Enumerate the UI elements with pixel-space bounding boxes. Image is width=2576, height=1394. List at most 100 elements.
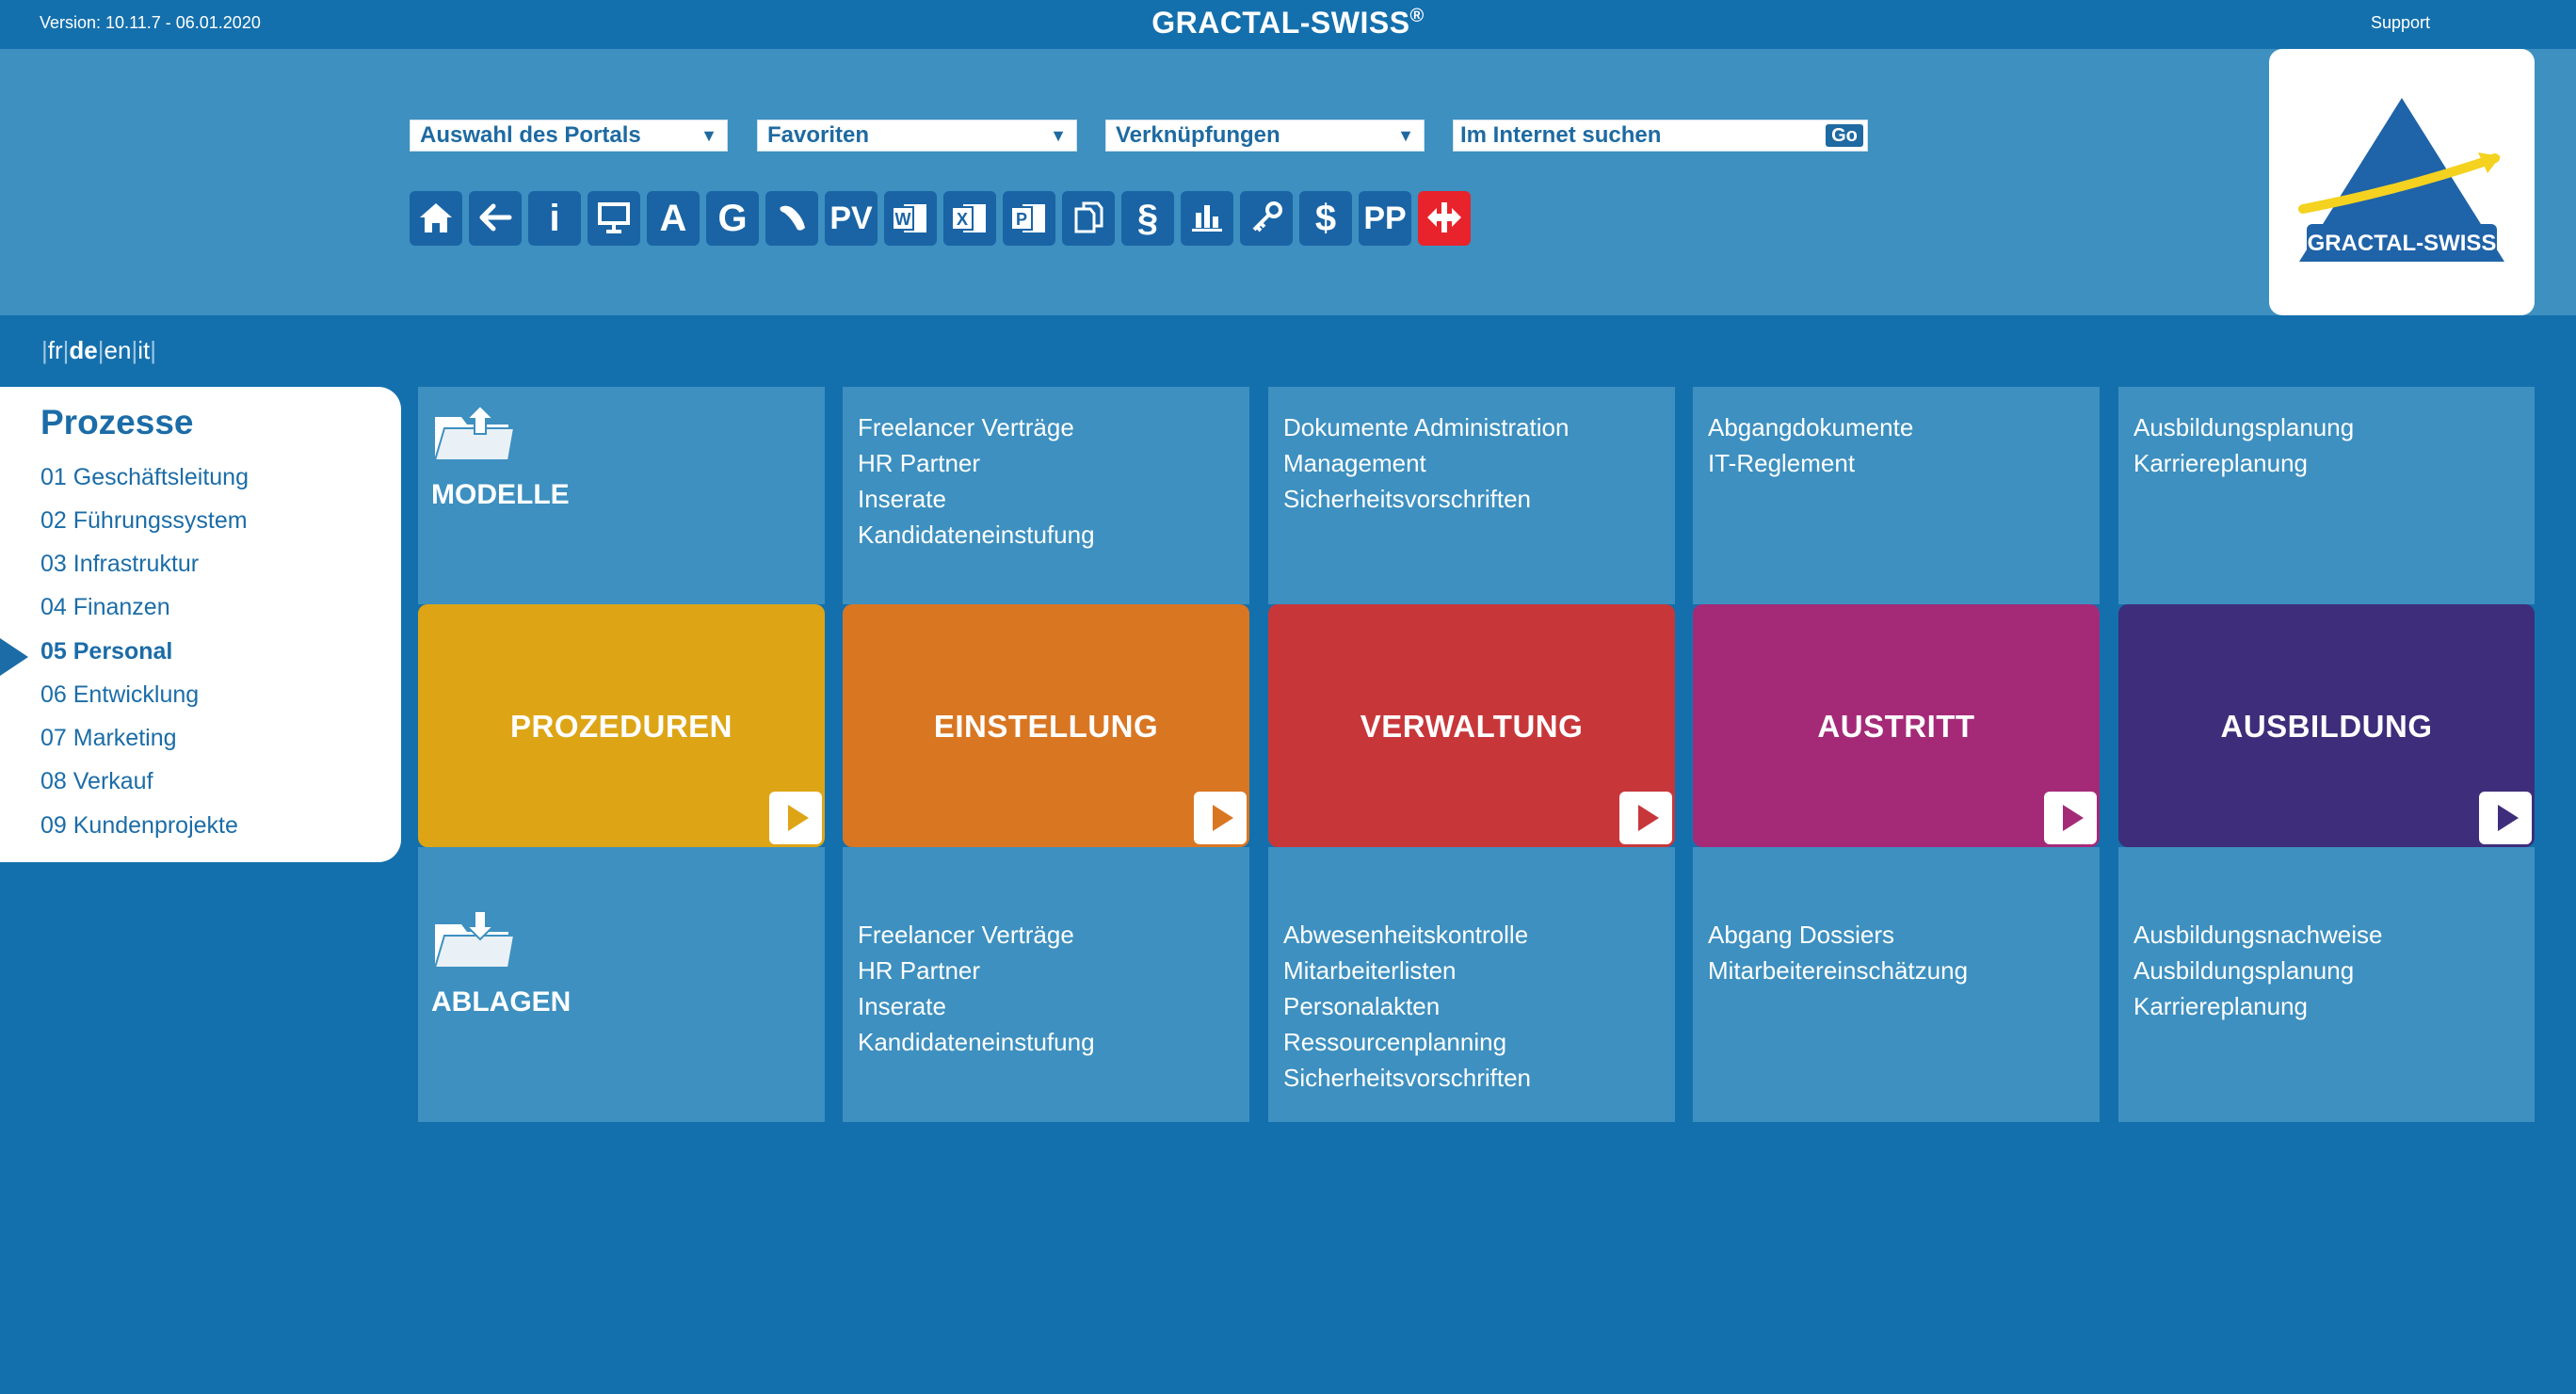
dropdown-arrow-icon: ▼ <box>700 126 717 145</box>
list-item[interactable]: Ausbildungsplanung <box>2133 956 2354 985</box>
brand-logo-card: GRACTAL-SWISS <box>2269 49 2535 315</box>
dropdown-arrow-icon: ▼ <box>1050 126 1067 145</box>
list-item[interactable]: Ausbildungsplanung <box>2133 413 2354 442</box>
portal-select[interactable]: Auswahl des Portals ▼ <box>410 120 728 152</box>
lang-de[interactable]: de <box>69 336 97 364</box>
bar-chart-icon[interactable] <box>1181 191 1233 246</box>
brand-title: GRACTAL-SWISS® <box>1151 6 1425 40</box>
sidebar-title: Prozesse <box>40 403 194 441</box>
process-sidebar: Prozesse 01 Geschäftsleitung 02 Führungs… <box>0 387 401 862</box>
back-arrow-icon[interactable] <box>469 191 522 246</box>
list-item[interactable]: Freelancer Verträge <box>858 921 1074 950</box>
sidebar-item-personal[interactable]: 05 Personal <box>40 638 172 665</box>
list-item[interactable]: Inserate <box>858 992 946 1021</box>
copy-icon[interactable] <box>1062 191 1115 246</box>
list-item[interactable]: Inserate <box>858 485 946 514</box>
einstellung-ablagen-panel: Freelancer Verträge HR Partner Inserate … <box>843 847 1249 1122</box>
top-bar: Version: 10.11.7 - 06.01.2020 GRACTAL-SW… <box>0 0 2576 49</box>
links-select[interactable]: Verknüpfungen ▼ <box>1105 120 1425 152</box>
list-item[interactable]: Personalakten <box>1283 992 1440 1021</box>
brand-logo-icon: GRACTAL-SWISS <box>2298 98 2504 262</box>
phone-icon[interactable] <box>765 191 818 246</box>
modelle-label: MODELLE <box>431 479 570 510</box>
language-switcher: |fr|de|en|it| <box>41 336 156 364</box>
austritt-ablagen-panel: Abgang Dossiers Mitarbeitereinschätzung <box>1693 847 2100 1122</box>
lang-fr[interactable]: fr <box>48 336 63 364</box>
tile-einstellung[interactable]: EINSTELLUNG <box>843 604 1249 847</box>
home-icon[interactable] <box>410 191 462 246</box>
list-item[interactable]: Karriereplanung <box>2133 449 2308 478</box>
list-item[interactable]: IT-Reglement <box>1708 449 1855 478</box>
list-item[interactable]: Abwesenheitskontrolle <box>1283 921 1528 950</box>
svg-text:W: W <box>895 210 911 229</box>
favorites-select[interactable]: Favoriten ▼ <box>757 120 1077 152</box>
dollar-icon[interactable]: $ <box>1299 191 1352 246</box>
key-icon[interactable] <box>1240 191 1293 246</box>
tile-austritt[interactable]: AUSTRITT <box>1693 604 2100 847</box>
list-item[interactable]: Management <box>1283 449 1426 478</box>
list-item[interactable]: Ausbildungsnachweise <box>2133 921 2383 950</box>
lang-en[interactable]: en <box>105 336 132 364</box>
list-item[interactable]: Karriereplanung <box>2133 992 2308 1021</box>
search-go-button[interactable]: Go <box>1826 124 1863 147</box>
folder-download-icon <box>433 910 516 969</box>
info-icon[interactable]: i <box>528 191 581 246</box>
letter-a-icon[interactable]: A <box>647 191 700 246</box>
play-icon[interactable] <box>1619 792 1672 844</box>
letter-g-icon[interactable]: G <box>706 191 759 246</box>
sidebar-item-marketing[interactable]: 07 Marketing <box>40 725 177 752</box>
word-icon[interactable]: W <box>884 191 937 246</box>
verwaltung-modelle-panel: Dokumente Administration Management Sich… <box>1268 387 1675 604</box>
list-item[interactable]: Dokumente Administration <box>1283 413 1569 442</box>
list-item[interactable]: Ressourcenplanning <box>1283 1028 1506 1057</box>
lang-it[interactable]: it <box>137 336 150 364</box>
folder-upload-icon <box>433 404 516 461</box>
svg-text:X: X <box>957 210 968 229</box>
play-icon[interactable] <box>769 792 822 844</box>
list-item[interactable]: HR Partner <box>858 449 980 478</box>
ablagen-panel[interactable]: ABLAGEN <box>418 847 825 1122</box>
list-item[interactable]: Sicherheitsvorschriften <box>1283 485 1531 514</box>
tile-ausbildung[interactable]: AUSBILDUNG <box>2118 604 2535 847</box>
austritt-modelle-panel: Abgangdokumente IT-Reglement <box>1693 387 2100 604</box>
presentation-icon[interactable] <box>588 191 640 246</box>
list-item[interactable]: Sicherheitsvorschriften <box>1283 1064 1531 1093</box>
internet-search-input[interactable]: Im Internet suchen Go <box>1453 120 1868 152</box>
sidebar-item-infrastruktur[interactable]: 03 Infrastruktur <box>40 551 199 578</box>
sidebar-item-fuehrungssystem[interactable]: 02 Führungssystem <box>40 507 248 535</box>
sidebar-item-kundenprojekte[interactable]: 09 Kundenprojekte <box>40 812 238 840</box>
ausbildung-modelle-panel: Ausbildungsplanung Karriereplanung <box>2118 387 2535 604</box>
list-item[interactable]: Mitarbeitereinschätzung <box>1708 956 1968 985</box>
excel-icon[interactable]: X <box>943 191 996 246</box>
play-icon[interactable] <box>1194 792 1247 844</box>
svg-text:P: P <box>1016 210 1027 229</box>
powerpoint-icon[interactable]: P <box>1003 191 1055 246</box>
list-item[interactable]: Abgang Dossiers <box>1708 921 1894 950</box>
modelle-panel[interactable]: MODELLE <box>418 387 825 604</box>
sidebar-item-geschaeftsleitung[interactable]: 01 Geschäftsleitung <box>40 464 249 491</box>
search-placeholder: Im Internet suchen <box>1460 122 1662 148</box>
play-icon[interactable] <box>2044 792 2097 844</box>
sidebar-item-finanzen[interactable]: 04 Finanzen <box>40 594 170 621</box>
play-icon[interactable] <box>2479 792 2532 844</box>
active-item-marker <box>0 638 28 676</box>
paragraph-icon[interactable]: § <box>1121 191 1174 246</box>
list-item[interactable]: Abgangdokumente <box>1708 413 1913 442</box>
list-item[interactable]: Mitarbeiterlisten <box>1283 956 1457 985</box>
swiss-railway-icon[interactable] <box>1418 191 1471 246</box>
dropdown-arrow-icon: ▼ <box>1397 126 1414 145</box>
pp-icon[interactable]: PP <box>1359 191 1411 246</box>
einstellung-modelle-panel: Freelancer Verträge HR Partner Inserate … <box>843 387 1249 604</box>
support-link[interactable]: Support <box>2371 13 2430 33</box>
tile-prozeduren[interactable]: PROZEDUREN <box>418 604 825 847</box>
list-item[interactable]: HR Partner <box>858 956 980 985</box>
header-band <box>0 49 2576 315</box>
list-item[interactable]: Freelancer Verträge <box>858 413 1074 442</box>
sidebar-item-entwicklung[interactable]: 06 Entwicklung <box>40 681 199 709</box>
list-item[interactable]: Kandidateneinstufung <box>858 1028 1095 1057</box>
pv-icon[interactable]: PV <box>825 191 877 246</box>
sidebar-item-verkauf[interactable]: 08 Verkauf <box>40 768 153 795</box>
tile-verwaltung[interactable]: VERWALTUNG <box>1268 604 1675 847</box>
verwaltung-ablagen-panel: Abwesenheitskontrolle Mitarbeiterlisten … <box>1268 847 1675 1122</box>
list-item[interactable]: Kandidateneinstufung <box>858 521 1095 550</box>
